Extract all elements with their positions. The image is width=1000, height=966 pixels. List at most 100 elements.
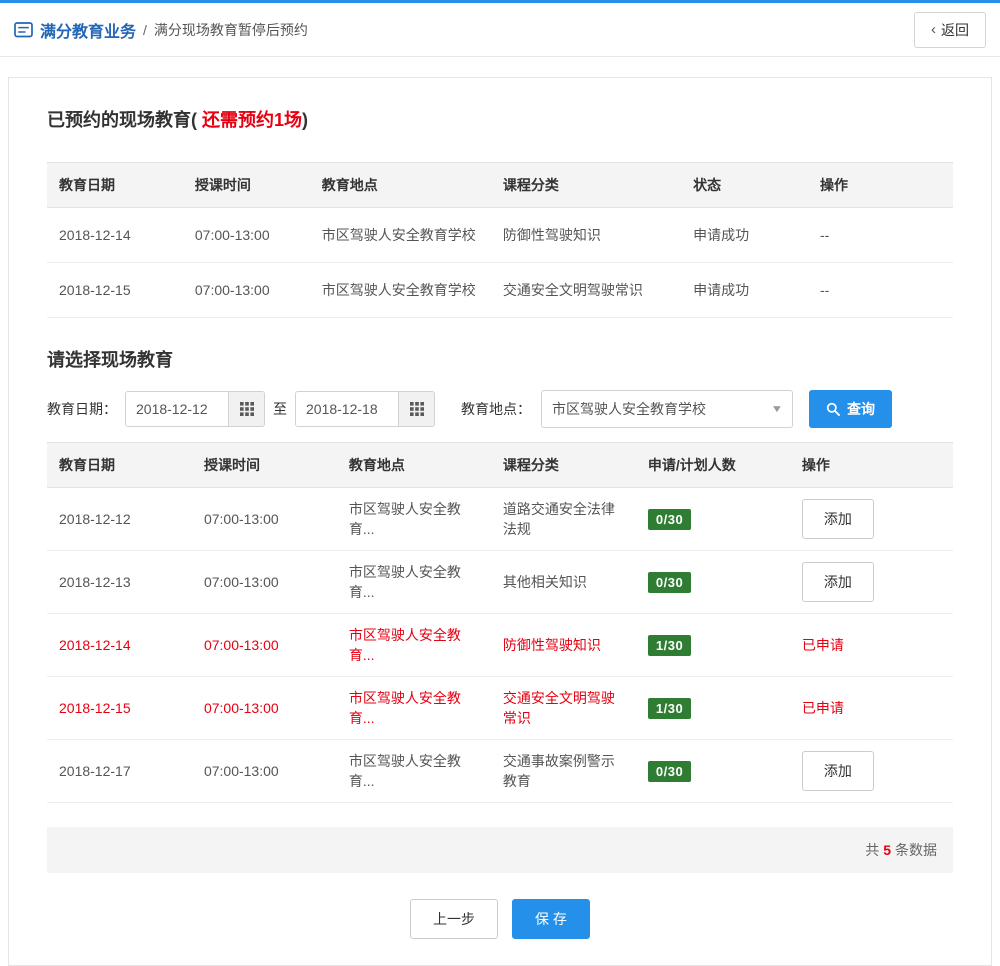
cell-date: 2018-12-14	[47, 207, 183, 263]
session-table-row: 2018-12-14 07:00-13:00 市区驾驶人安全教育... 防御性驾驶知识…	[47, 613, 953, 677]
to-label: 至	[273, 401, 287, 417]
chevron-down-icon: ▼	[770, 403, 784, 415]
column-header: 授课时间	[182, 162, 310, 208]
location-select-value: 市区驾驶人安全教育学校	[552, 401, 706, 417]
cell-category: 交通安全文明驾驶常识	[490, 676, 636, 740]
add-button[interactable]: 添加	[801, 499, 874, 539]
column-header: 操作	[807, 162, 953, 208]
topbar: 满分教育业务 / 满分现场教育暂停后预约 ‹ 返回	[0, 0, 1000, 57]
booked-title-prefix: 已预约的现场教育(	[47, 110, 202, 130]
booked-table-header-row: 教育日期 授课时间 教育地点 课程分类 状态 操作	[47, 162, 953, 208]
cell-action: 添加	[789, 550, 953, 614]
cell-status: 申请成功	[681, 262, 808, 318]
column-header: 操作	[789, 442, 953, 488]
cell-date: 2018-12-17	[47, 739, 192, 803]
cell-action: --	[807, 262, 953, 318]
column-header: 课程分类	[490, 162, 682, 208]
save-button[interactable]: 保 存	[512, 899, 590, 939]
column-header: 教育日期	[47, 442, 192, 488]
cell-category: 交通事故案例警示教育	[490, 739, 636, 803]
date-from-group	[125, 391, 265, 427]
back-button-label: 返回	[941, 21, 969, 38]
location-filter-label: 教育地点：	[461, 401, 531, 417]
add-button[interactable]: 添加	[801, 562, 874, 602]
cell-action: 添加	[789, 739, 953, 803]
session-table-row: 2018-12-13 07:00-13:00 市区驾驶人安全教育... 其他相关知识 0…	[47, 550, 953, 614]
available-sessions-table: 教育日期 授课时间 教育地点 课程分类 申请/计划人数 操作 2018-12-12 07:0…	[47, 442, 953, 803]
calendar-grid-icon	[239, 402, 254, 416]
cell-category: 道路交通安全法律法规	[490, 487, 636, 551]
column-header: 申请/计划人数	[635, 442, 790, 488]
breadcrumb-current: 满分现场教育暂停后预约	[153, 21, 308, 38]
column-header: 状态	[681, 162, 808, 208]
capacity-badge: 0/30	[647, 760, 692, 782]
session-table-row: 2018-12-15 07:00-13:00 市区驾驶人安全教育... 交通安全文明驾…	[47, 676, 953, 740]
search-button-label: 查询	[847, 401, 875, 417]
breadcrumb: 满分教育业务 / 满分现场教育暂停后预约	[14, 18, 308, 42]
back-button[interactable]: ‹ 返回	[914, 11, 986, 48]
cell-time: 07:00-13:00	[191, 487, 337, 551]
add-button[interactable]: 添加	[801, 751, 874, 791]
select-table-header-row: 教育日期 授课时间 教育地点 课程分类 申请/计划人数 操作	[47, 442, 953, 488]
date-from-input[interactable]	[126, 392, 228, 426]
cell-category: 防御性驾驶知识	[490, 207, 682, 263]
booked-sessions-table: 教育日期 授课时间 教育地点 课程分类 状态 操作 2018-12-14 07:00-13:…	[47, 162, 953, 318]
cell-time: 07:00-13:00	[191, 739, 337, 803]
column-header: 授课时间	[191, 442, 337, 488]
calendar-grid-icon	[409, 402, 424, 416]
previous-step-button[interactable]: 上一步	[410, 899, 499, 939]
capacity-badge: 0/30	[647, 571, 692, 593]
total-prefix: 共	[865, 842, 880, 858]
bottom-actions: 上一步 保 存	[47, 899, 953, 939]
date-to-group	[295, 391, 435, 427]
cell-location: 市区驾驶人安全教育...	[336, 487, 491, 551]
document-list-icon	[14, 20, 33, 39]
cell-category: 其他相关知识	[490, 550, 636, 614]
main-card: 已预约的现场教育( 还需预约1场) 教育日期 授课时间 教育地点 课程分类 状态 操作 2…	[8, 77, 992, 966]
cell-action: 添加	[789, 487, 953, 551]
calendar-picker-button-to[interactable]	[398, 392, 434, 426]
booked-title-suffix: )	[302, 110, 309, 130]
cell-date: 2018-12-14	[47, 613, 192, 677]
column-header: 教育地点	[309, 162, 491, 208]
chevron-left-icon: ‹	[931, 21, 936, 38]
column-header: 教育日期	[47, 162, 183, 208]
search-icon	[826, 402, 840, 416]
cell-date: 2018-12-15	[47, 262, 183, 318]
filter-bar: 教育日期： 至	[47, 390, 953, 428]
cell-capacity: 0/30	[635, 550, 790, 614]
total-suffix: 条数据	[895, 842, 937, 858]
cell-capacity: 1/30	[635, 676, 790, 740]
column-header: 课程分类	[490, 442, 636, 488]
booked-table-row: 2018-12-15 07:00-13:00 市区驾驶人安全教育学校 交通安全文明驾驶…	[47, 262, 953, 318]
cell-location: 市区驾驶人安全教育学校	[309, 207, 491, 263]
cell-time: 07:00-13:00	[191, 550, 337, 614]
cell-time: 07:00-13:00	[191, 613, 337, 677]
breadcrumb-root-link[interactable]: 满分教育业务	[40, 18, 136, 42]
booked-table-row: 2018-12-14 07:00-13:00 市区驾驶人安全教育学校 防御性驾驶知识申…	[47, 207, 953, 263]
date-filter-label: 教育日期：	[47, 401, 117, 417]
calendar-picker-button-from[interactable]	[228, 392, 264, 426]
cell-time: 07:00-13:00	[182, 262, 310, 318]
location-select[interactable]: 市区驾驶人安全教育学校 ▼	[541, 390, 793, 428]
session-table-row: 2018-12-17 07:00-13:00 市区驾驶人安全教育... 交通事故案例警…	[47, 739, 953, 803]
capacity-badge: 1/30	[647, 697, 692, 719]
cell-date: 2018-12-13	[47, 550, 192, 614]
search-button[interactable]: 查询	[809, 390, 892, 428]
cell-date: 2018-12-15	[47, 676, 192, 740]
booked-section-title: 已预约的现场教育( 还需预约1场)	[47, 106, 953, 132]
cell-location: 市区驾驶人安全教育学校	[309, 262, 491, 318]
cell-category: 防御性驾驶知识	[490, 613, 636, 677]
cell-category: 交通安全文明驾驶常识	[490, 262, 682, 318]
cell-capacity: 0/30	[635, 739, 790, 803]
booked-title-highlight: 还需预约1场	[202, 110, 303, 130]
date-to-input[interactable]	[296, 392, 398, 426]
table-footer: 共 5 条数据	[47, 827, 953, 873]
column-header: 教育地点	[336, 442, 491, 488]
cell-location: 市区驾驶人安全教育...	[336, 676, 491, 740]
cell-action: --	[807, 207, 953, 263]
capacity-badge: 0/30	[647, 508, 692, 530]
cell-location: 市区驾驶人安全教育...	[336, 739, 491, 803]
session-table-row: 2018-12-12 07:00-13:00 市区驾驶人安全教育... 道路交通安全法…	[47, 487, 953, 551]
cell-time: 07:00-13:00	[182, 207, 310, 263]
